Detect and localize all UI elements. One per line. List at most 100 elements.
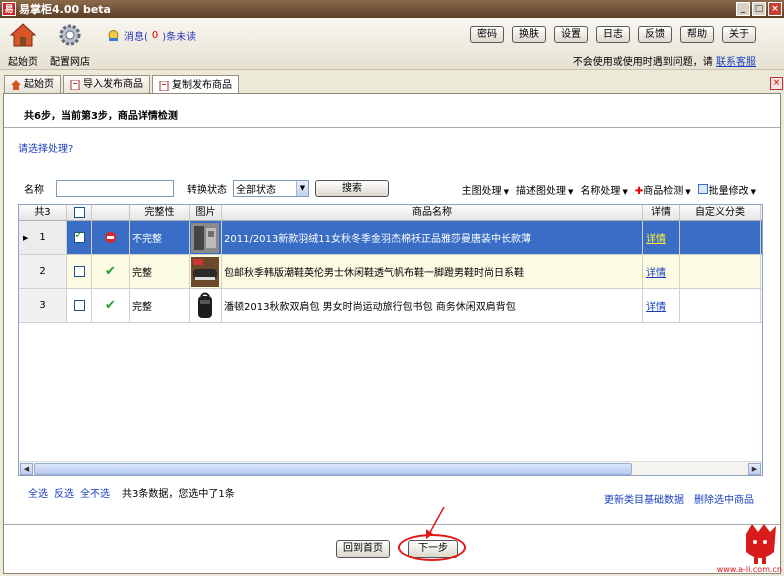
name-label: 名称 [24,185,44,196]
custom-category-cell [680,255,761,288]
row-checkbox[interactable] [73,230,85,243]
gear-icon [59,24,81,46]
product-name-cell: 包邮秋季韩版潮鞋英伦男士休闲鞋透气帆布鞋一脚蹬男鞋时尚日系鞋 [222,255,643,288]
select-none-link[interactable]: 全不选 [80,485,110,500]
status-header [92,205,130,220]
invert-selection-link[interactable]: 反选 [54,485,74,500]
horizontal-scrollbar[interactable]: ◀ ▶ [19,461,762,475]
name-process-menu-label: 名称处理 [580,186,621,197]
settings-button[interactable]: 设置 [554,26,588,43]
image-cell [190,289,222,322]
home-toolbar-button[interactable]: 起始页 [8,22,38,68]
close-tab-icon[interactable]: × [770,77,783,90]
row-number: ▶ 1 [19,221,67,254]
title-bar: 易 易掌柜4.00 beta _ □ × [0,0,784,18]
row-checkbox-cell[interactable] [67,289,92,322]
selection-info: 共3条数据，您选中了1条 [122,489,235,500]
contact-support-link[interactable]: 联系客服 [716,57,756,68]
row-number: 2 [19,255,67,288]
row-checkbox-cell[interactable] [67,221,92,254]
process-menus: 主图处理 ▼ 描述图处理 ▼ 名称处理 ▼ ✚商品检测 ▼ 批量修改 ▼ [462,182,756,197]
desc-image-menu[interactable]: 描述图处理 ▼ [516,182,573,197]
row-checkbox[interactable] [73,266,85,277]
search-button[interactable]: 搜索 [315,180,389,197]
help-text: 不会使用或使用时遇到问题，请 联系客服 [573,53,756,68]
row-count-header: 共3 [19,205,67,220]
image-cell [190,255,222,288]
image-cell [190,221,222,254]
table-row[interactable]: ▶1 不完整 2011/2013新款羽绒11女秋冬季金羽杰棉袄正品雅莎曼唐装中长… [19,221,762,255]
mascot-url: www.a-li.com.cn [716,565,782,574]
batch-edit-menu[interactable]: 批量修改 ▼ [697,182,756,197]
scroll-left-icon[interactable]: ◀ [20,463,33,475]
table-row[interactable]: 3 ✔ 完整 潘顿2013秋款双肩包 男女时尚运动旅行包书包 商务休闲双肩背包 … [19,289,762,323]
app-icon: 易 [2,2,16,16]
detail-link[interactable]: 详情 [646,230,666,245]
back-home-button[interactable]: 回到首页 [336,540,390,558]
update-category-link[interactable]: 更新类目基础数据 [604,491,684,506]
selection-links: 全选 反选 全不选 共3条数据，您选中了1条 [28,485,235,500]
completeness-cell: 完整 [130,289,190,322]
row-number-text: 1 [39,232,46,243]
row-checkbox[interactable] [73,300,85,311]
product-thumbnail [191,256,219,287]
chevron-down-icon: ▼ [685,188,691,196]
tab-import-publish[interactable]: 导入发布商品 [63,75,150,94]
help-button[interactable]: 帮助 [680,26,714,43]
row-checkbox-cell[interactable] [67,255,92,288]
tab-copy-label: 复制发布商品 [172,79,232,91]
product-check-menu-label: 商品检测 [643,186,684,197]
table-row[interactable]: 2 ✔ 完整 包邮秋季韩版潮鞋英伦男士休闲鞋透气帆布鞋一脚蹬男鞋时尚日系鞋 详情 [19,255,762,289]
completeness-cell: 完整 [130,255,190,288]
tab-bar: 起始页 导入发布商品 复制发布商品 [4,75,239,95]
product-check-menu[interactable]: ✚商品检测 ▼ [635,182,691,197]
tab-home[interactable]: 起始页 [4,75,61,94]
home-label: 起始页 [8,57,38,68]
grid-header: 共3 完整性 图片 商品名称 详情 自定义分类 [19,205,762,221]
log-button[interactable]: 日志 [596,26,630,43]
house-icon [9,23,37,47]
main-image-menu[interactable]: 主图处理 ▼ [462,182,509,197]
plus-icon: ✚ [634,186,644,197]
choose-process-link[interactable]: 请选择处理? [18,140,73,155]
minimize-button[interactable]: _ [736,2,750,16]
main-image-menu-label: 主图处理 [461,186,502,197]
product-name-cell: 潘顿2013秋款双肩包 男女时尚运动旅行包书包 商务休闲双肩背包 [222,289,643,322]
select-all-header[interactable] [67,205,92,220]
product-name-cell: 2011/2013新款羽绒11女秋冬季金羽杰棉袄正品雅莎曼唐装中长款薄 [222,221,643,254]
chevron-down-icon: ▼ [622,188,628,196]
skin-button[interactable]: 换肤 [512,26,546,43]
header-checkbox[interactable] [73,207,85,218]
scrollbar-thumb[interactable] [34,463,632,475]
name-process-menu[interactable]: 名称处理 ▼ [580,182,627,197]
close-button[interactable]: × [768,2,782,16]
batch-edit-menu-label: 批量修改 [708,186,749,197]
message-count: 0 [151,30,159,41]
scroll-right-icon[interactable]: ▶ [748,463,761,475]
status-select-value: 全部状态 [236,185,276,196]
filter-row: 名称 转换状态 全部状态 ▼ 搜索 [24,180,389,197]
config-shop-button[interactable]: 配置网店 [50,22,90,68]
house-icon [11,80,21,90]
maximize-button[interactable]: □ [752,2,766,16]
document-icon [70,80,80,90]
detail-cell: 详情 [643,221,680,254]
product-thumbnail [191,290,219,321]
select-all-link[interactable]: 全选 [28,485,48,500]
custom-category-cell [680,289,761,322]
status-select[interactable]: 全部状态 ▼ [233,180,309,197]
config-label: 配置网店 [50,57,90,68]
detail-header: 详情 [643,205,680,220]
detail-link[interactable]: 详情 [646,298,666,313]
tab-copy-publish[interactable]: 复制发布商品 [152,75,239,95]
name-input[interactable] [56,180,174,197]
chevron-down-icon: ▼ [568,188,574,196]
detail-link[interactable]: 详情 [646,264,666,279]
message-link[interactable]: 消息(0)条未读 [107,28,196,43]
delete-selected-link[interactable]: 删除选中商品 [694,491,754,506]
message-prefix: 消息( [124,32,148,43]
password-button[interactable]: 密码 [470,26,504,43]
feedback-button[interactable]: 反馈 [638,26,672,43]
chevron-down-icon[interactable]: ▼ [296,181,308,196]
about-button[interactable]: 关于 [722,26,756,43]
